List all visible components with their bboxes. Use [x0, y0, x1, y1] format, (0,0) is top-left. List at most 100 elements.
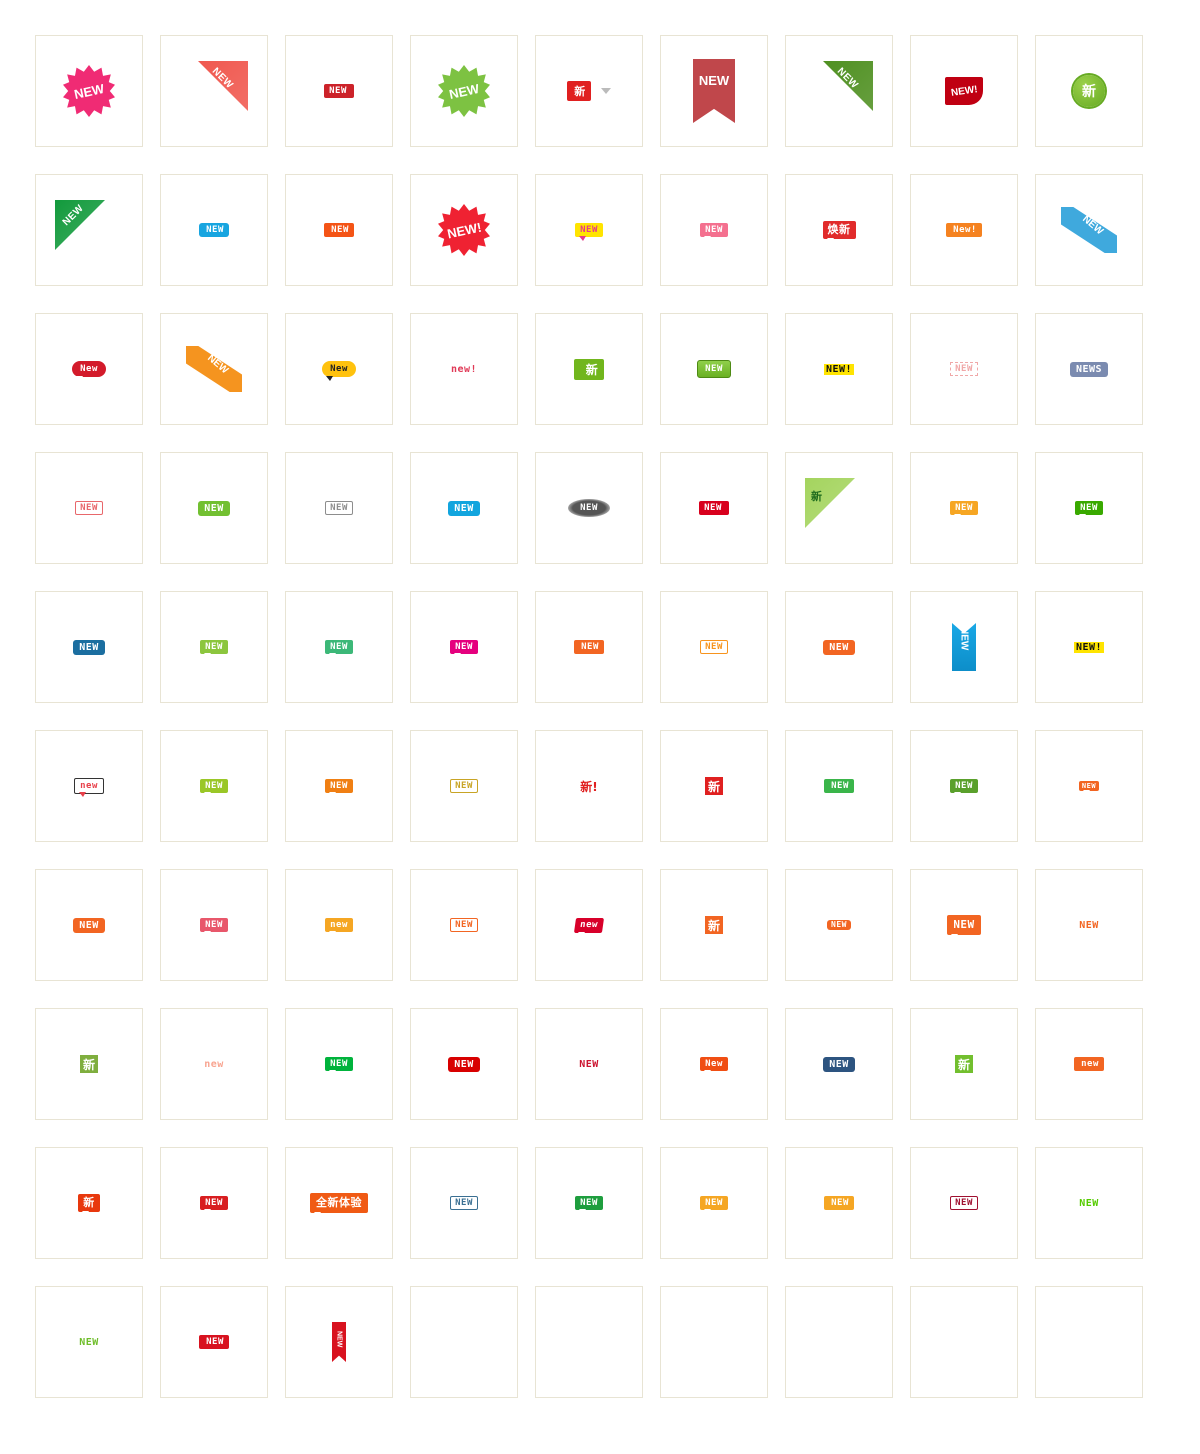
- icon-cell[interactable]: NEW: [285, 1008, 393, 1120]
- icon-cell[interactable]: new: [160, 1008, 268, 1120]
- new-badge[interactable]: NEW: [1079, 1198, 1099, 1209]
- new-badge[interactable]: NEWS: [1069, 361, 1109, 377]
- new-badge[interactable]: NEW!: [1073, 641, 1105, 653]
- new-badge[interactable]: NEW!: [438, 204, 490, 256]
- new-badge[interactable]: 新: [705, 916, 723, 934]
- new-badge[interactable]: NEW: [198, 500, 230, 516]
- new-badge[interactable]: NEW: [438, 65, 490, 117]
- icon-cell[interactable]: new: [1035, 1008, 1143, 1120]
- new-badge[interactable]: NEW: [575, 1195, 603, 1215]
- icon-cell[interactable]: NEW!: [1035, 591, 1143, 703]
- icon-cell[interactable]: NEW: [1035, 1147, 1143, 1259]
- new-badge[interactable]: NEW: [448, 500, 480, 516]
- icon-cell[interactable]: NEW: [35, 591, 143, 703]
- new-badge[interactable]: NEW: [568, 499, 610, 517]
- icon-cell[interactable]: 新: [535, 313, 643, 425]
- icon-cell[interactable]: NEW: [535, 1008, 643, 1120]
- icon-cell[interactable]: NEW: [660, 174, 768, 286]
- icon-cell[interactable]: 全新体验: [285, 1147, 393, 1259]
- new-badge[interactable]: NEW: [325, 639, 353, 659]
- icon-cell[interactable]: NEW: [535, 174, 643, 286]
- new-badge[interactable]: NEW: [63, 65, 115, 117]
- icon-cell[interactable]: NEW: [535, 1147, 643, 1259]
- icon-cell[interactable]: NEW: [160, 35, 268, 147]
- new-badge[interactable]: NEW: [448, 1056, 480, 1072]
- icon-cell[interactable]: NEW: [1035, 730, 1143, 842]
- icon-cell[interactable]: NEW: [35, 174, 143, 286]
- new-badge[interactable]: NEW: [947, 915, 981, 939]
- icon-cell[interactable]: NEW: [785, 869, 893, 981]
- new-badge[interactable]: NEW: [55, 200, 123, 260]
- icon-cell[interactable]: NEW: [285, 35, 393, 147]
- new-badge[interactable]: NEW: [180, 61, 248, 121]
- new-badge[interactable]: NEW!: [823, 363, 855, 375]
- new-badge[interactable]: 新: [705, 777, 723, 795]
- new-badge[interactable]: NEW: [950, 500, 978, 520]
- icon-cell[interactable]: NEW: [535, 591, 643, 703]
- icon-cell[interactable]: New: [35, 313, 143, 425]
- icon-cell[interactable]: NEW: [35, 869, 143, 981]
- new-badge[interactable]: 新: [1073, 75, 1105, 107]
- icon-cell[interactable]: 焕新: [785, 174, 893, 286]
- new-badge[interactable]: NEW: [325, 1056, 353, 1076]
- icon-cell[interactable]: NEW: [410, 591, 518, 703]
- icon-cell[interactable]: NEW: [160, 1286, 268, 1398]
- icon-cell[interactable]: 新: [1035, 35, 1143, 147]
- new-badge[interactable]: NEW: [823, 639, 855, 655]
- new-badge[interactable]: NEW: [450, 1196, 478, 1210]
- icon-cell[interactable]: 新: [35, 1008, 143, 1120]
- icon-cell[interactable]: NEW: [660, 35, 768, 147]
- icon-cell[interactable]: NEW: [660, 1147, 768, 1259]
- icon-cell[interactable]: NEW: [1035, 452, 1143, 564]
- icon-cell[interactable]: NEW: [785, 730, 893, 842]
- new-badge[interactable]: New: [700, 1056, 728, 1076]
- icon-cell[interactable]: NEW: [35, 35, 143, 147]
- icon-cell[interactable]: NEW: [410, 35, 518, 147]
- icon-cell[interactable]: NEW: [910, 313, 1018, 425]
- icon-cell[interactable]: NEW: [910, 869, 1018, 981]
- new-badge[interactable]: NEW: [693, 59, 735, 123]
- icon-cell[interactable]: NEW: [910, 591, 1018, 703]
- icon-cell[interactable]: NEW!: [785, 313, 893, 425]
- icon-cell[interactable]: 新: [660, 730, 768, 842]
- icon-cell[interactable]: New: [285, 313, 393, 425]
- new-badge[interactable]: 焕新: [822, 221, 856, 243]
- new-badge[interactable]: 新: [78, 1194, 100, 1216]
- icon-cell[interactable]: NEW: [910, 730, 1018, 842]
- icon-cell[interactable]: NEW: [160, 174, 268, 286]
- new-badge[interactable]: NEW: [199, 1335, 229, 1349]
- new-badge[interactable]: new: [325, 917, 353, 937]
- icon-cell[interactable]: NEW: [285, 591, 393, 703]
- new-badge[interactable]: new!: [451, 364, 477, 375]
- new-badge[interactable]: NEW!: [945, 77, 983, 105]
- icon-cell[interactable]: NEW: [160, 1147, 268, 1259]
- new-badge[interactable]: NEW: [700, 640, 728, 654]
- icon-cell[interactable]: NEW: [785, 591, 893, 703]
- new-badge[interactable]: NEW: [200, 639, 228, 659]
- icon-cell[interactable]: New!: [910, 174, 1018, 286]
- icon-cell[interactable]: NEW: [160, 730, 268, 842]
- new-badge[interactable]: NEW: [332, 1322, 346, 1362]
- new-badge[interactable]: NEW: [824, 779, 854, 793]
- icon-cell[interactable]: New: [660, 1008, 768, 1120]
- icon-cell[interactable]: NEW: [285, 1286, 393, 1398]
- icon-cell[interactable]: 新: [660, 869, 768, 981]
- icon-cell[interactable]: NEW: [285, 452, 393, 564]
- icon-cell[interactable]: NEW: [660, 591, 768, 703]
- icon-cell[interactable]: NEW: [285, 730, 393, 842]
- icon-cell[interactable]: NEW: [160, 452, 268, 564]
- icon-cell[interactable]: NEW: [910, 1147, 1018, 1259]
- new-badge[interactable]: new: [574, 917, 604, 933]
- icon-cell[interactable]: new: [285, 869, 393, 981]
- new-badge[interactable]: NEW: [824, 1196, 854, 1210]
- new-badge[interactable]: 新!: [580, 778, 597, 795]
- icon-cell[interactable]: NEW: [410, 1147, 518, 1259]
- new-badge[interactable]: 新: [567, 81, 611, 101]
- new-badge[interactable]: 新: [955, 1055, 973, 1073]
- icon-cell[interactable]: 新: [910, 1008, 1018, 1120]
- new-badge[interactable]: NEW: [950, 778, 978, 798]
- icon-cell[interactable]: NEW!: [910, 35, 1018, 147]
- icon-cell[interactable]: NEW: [535, 452, 643, 564]
- icon-cell[interactable]: NEW: [410, 730, 518, 842]
- icon-cell[interactable]: NEW: [35, 452, 143, 564]
